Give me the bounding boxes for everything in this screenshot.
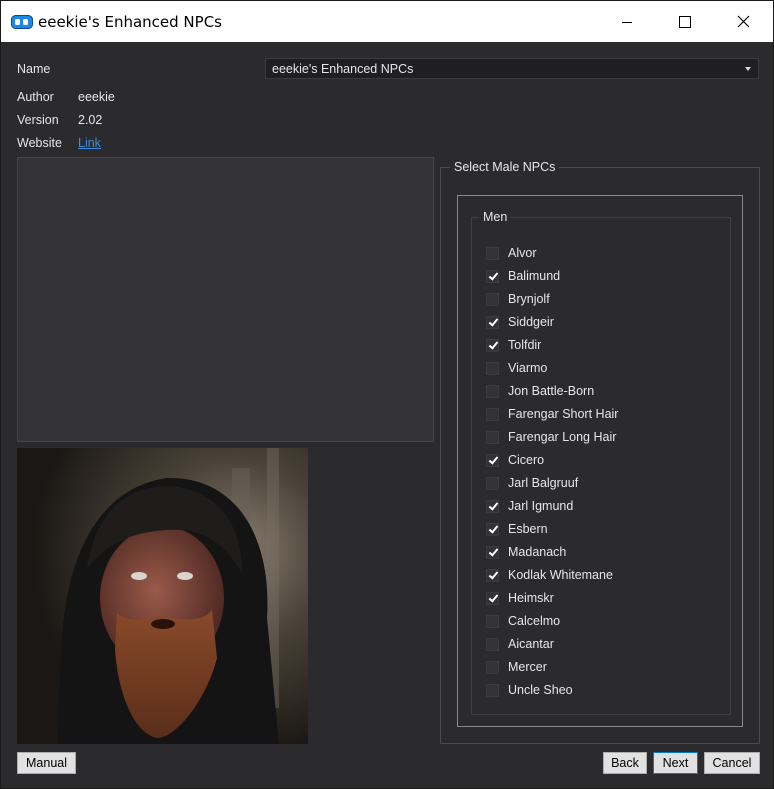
npc-option[interactable]: Jarl Igmund xyxy=(486,497,706,515)
checkbox[interactable] xyxy=(486,453,499,467)
npc-option-label: Kodlak Whitemane xyxy=(508,568,613,582)
next-button[interactable]: Next xyxy=(653,752,698,774)
npc-option-label: Siddgeir xyxy=(508,315,554,329)
checkbox[interactable] xyxy=(486,407,499,421)
checkbox[interactable] xyxy=(486,361,499,375)
checkbox[interactable] xyxy=(486,292,499,306)
name-select[interactable]: eeekie's Enhanced NPCs xyxy=(265,58,759,79)
checkbox[interactable] xyxy=(486,568,499,582)
maximize-button[interactable] xyxy=(656,1,714,42)
cancel-button[interactable]: Cancel xyxy=(704,752,760,774)
checkbox[interactable] xyxy=(486,476,499,490)
checkbox[interactable] xyxy=(486,430,499,444)
content-area: Name eeekie's Enhanced NPCs Author eeeki… xyxy=(1,42,773,788)
npc-option-label: Madanach xyxy=(508,545,567,559)
npc-option-label: Alvor xyxy=(508,246,537,260)
checkbox[interactable] xyxy=(486,269,499,283)
npc-option[interactable]: Farengar Long Hair xyxy=(486,428,706,446)
checkbox[interactable] xyxy=(486,660,499,674)
npc-option[interactable]: Viarmo xyxy=(486,359,706,377)
npc-option[interactable]: Mercer xyxy=(486,658,706,676)
npc-option[interactable]: Farengar Short Hair xyxy=(486,405,706,423)
close-icon xyxy=(737,15,749,28)
back-button[interactable]: Back xyxy=(603,752,647,774)
maximize-icon xyxy=(679,15,691,28)
npc-option[interactable]: Jon Battle-Born xyxy=(486,382,706,400)
checkbox[interactable] xyxy=(486,499,499,513)
npc-option[interactable]: Madanach xyxy=(486,543,706,561)
npc-option-label: Heimskr xyxy=(508,591,554,605)
npc-option-label: Farengar Short Hair xyxy=(508,407,619,421)
title-bar: eeekie's Enhanced NPCs xyxy=(1,1,773,42)
author-label: Author xyxy=(17,90,54,104)
website-label: Website xyxy=(17,136,62,150)
checkbox[interactable] xyxy=(486,522,499,536)
version-label: Version xyxy=(17,113,59,127)
npc-option[interactable]: Kodlak Whitemane xyxy=(486,566,706,584)
npc-option[interactable]: Balimund xyxy=(486,267,706,285)
app-logo-icon xyxy=(11,15,33,29)
chevron-down-icon xyxy=(745,67,751,71)
checkbox[interactable] xyxy=(486,545,499,559)
checkbox[interactable] xyxy=(486,614,499,628)
minimize-button[interactable] xyxy=(598,1,656,42)
npc-option-label: Uncle Sheo xyxy=(508,683,573,697)
npc-option[interactable]: Esbern xyxy=(486,520,706,538)
npc-option[interactable]: Tolfdir xyxy=(486,336,706,354)
checkbox[interactable] xyxy=(486,338,499,352)
version-value: 2.02 xyxy=(78,113,103,127)
npc-option-label: Farengar Long Hair xyxy=(508,430,617,444)
npc-option[interactable]: Jarl Balgruuf xyxy=(486,474,706,492)
manual-button[interactable]: Manual xyxy=(17,752,76,774)
npc-option-label: Esbern xyxy=(508,522,548,536)
npc-option[interactable]: Cicero xyxy=(486,451,706,469)
checkbox[interactable] xyxy=(486,591,499,605)
checkbox[interactable] xyxy=(486,384,499,398)
npc-option-label: Jarl Balgruuf xyxy=(508,476,579,490)
npc-option[interactable]: Heimskr xyxy=(486,589,706,607)
npc-option[interactable]: Calcelmo xyxy=(486,612,706,630)
npc-option[interactable]: Alvor xyxy=(486,244,706,262)
name-select-value: eeekie's Enhanced NPCs xyxy=(272,62,414,76)
npc-option[interactable]: Uncle Sheo xyxy=(486,681,706,699)
checkbox[interactable] xyxy=(486,683,499,697)
npc-option-label: Tolfdir xyxy=(508,338,542,352)
npc-option-label: Jon Battle-Born xyxy=(508,384,595,398)
npc-option-label: Calcelmo xyxy=(508,614,561,628)
npc-option-label: Balimund xyxy=(508,269,561,283)
npc-option-label: Jarl Igmund xyxy=(508,499,574,513)
installer-window: eeekie's Enhanced NPCs Name eeekie's Enh… xyxy=(0,0,774,789)
npc-option[interactable]: Brynjolf xyxy=(486,290,706,308)
window-title: eeekie's Enhanced NPCs xyxy=(38,13,222,31)
checkbox[interactable] xyxy=(486,246,499,260)
checkbox[interactable] xyxy=(486,315,499,329)
author-value: eeekie xyxy=(78,90,115,104)
checkbox[interactable] xyxy=(486,637,499,651)
npc-option[interactable]: Aicantar xyxy=(486,635,706,653)
description-panel xyxy=(17,157,434,442)
minimize-icon xyxy=(622,21,632,23)
npc-option-label: Aicantar xyxy=(508,637,554,651)
npc-option[interactable]: Siddgeir xyxy=(486,313,706,331)
npc-option-label: Mercer xyxy=(508,660,547,674)
website-link[interactable]: Link xyxy=(78,136,101,150)
npc-option-label: Cicero xyxy=(508,453,545,467)
npc-option-label: Viarmo xyxy=(508,361,548,375)
npc-option-label: Brynjolf xyxy=(508,292,550,306)
close-button[interactable] xyxy=(714,1,772,42)
group-title: Select Male NPCs xyxy=(450,160,560,174)
name-label: Name xyxy=(17,62,51,76)
men-group-title: Men xyxy=(479,210,512,224)
preview-image xyxy=(17,448,308,744)
